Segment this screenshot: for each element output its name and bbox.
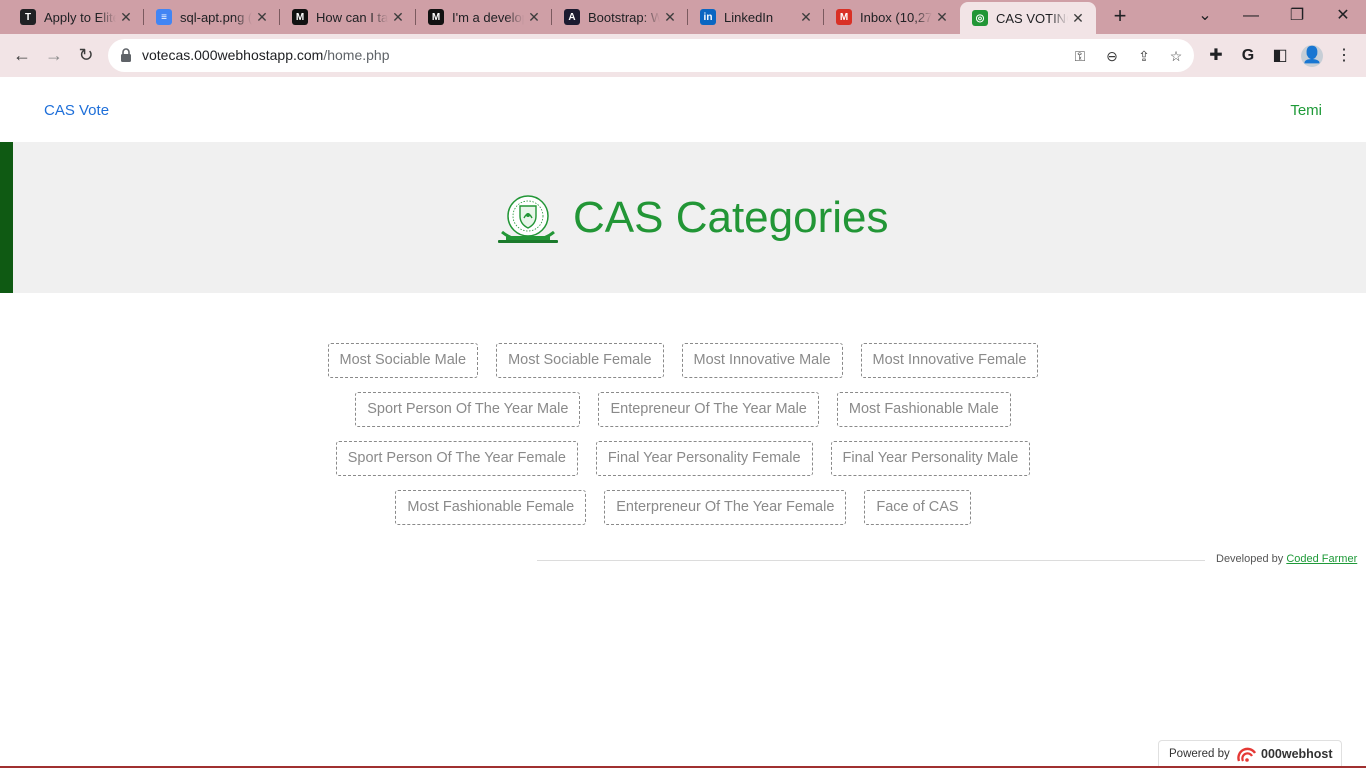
cas-logo <box>498 195 558 243</box>
category-row: Sport Person Of The Year Female Final Yea… <box>0 441 1366 476</box>
browser-tab[interactable]: T Apply to Elite ✕ <box>8 0 144 34</box>
google-docs-icon: ≡ <box>156 9 172 25</box>
back-button[interactable]: ← <box>8 42 36 70</box>
browser-tab[interactable]: ◎ CAS VOTING✕ <box>960 2 1096 34</box>
share-icon[interactable]: ⇪ <box>1134 46 1154 66</box>
category-button[interactable]: Sport Person Of The Year Male <box>355 392 581 427</box>
category-button[interactable]: Most Sociable Female <box>496 343 664 378</box>
tab-title: CAS VOTING <box>996 10 1068 26</box>
category-button[interactable]: Most Fashionable Male <box>836 392 1011 427</box>
new-tab-button[interactable]: + <box>1108 5 1132 29</box>
extensions-icon[interactable]: ✚ <box>1205 45 1227 67</box>
browser-toolbar: ← → ↻ votecas.000webhostapp.com/home.php… <box>0 34 1366 77</box>
browser-tab[interactable]: M I'm a develop ✕ <box>416 0 552 34</box>
tab-close-icon[interactable]: ✕ <box>524 9 544 26</box>
category-button[interactable]: Entepreneur Of The Year Male <box>598 392 819 427</box>
minimize-button[interactable]: — <box>1228 0 1274 34</box>
tab-close-icon[interactable]: ✕ <box>796 9 816 26</box>
footer-divider <box>537 560 1205 561</box>
developer-link[interactable]: Coded Farmer <box>1286 553 1357 565</box>
window-close-button[interactable]: ✕ <box>1320 0 1366 34</box>
000webhost-logo-icon <box>1237 747 1257 762</box>
url-text[interactable]: votecas.000webhostapp.com/home.php <box>142 47 390 63</box>
lock-icon[interactable] <box>120 48 132 62</box>
forward-button[interactable]: → <box>40 42 68 70</box>
restore-button[interactable]: ❐ <box>1274 0 1320 34</box>
reload-button[interactable]: ↻ <box>72 42 100 70</box>
tab-close-icon[interactable]: ✕ <box>932 9 952 26</box>
category-button[interactable]: Sport Person Of The Year Female <box>335 441 578 476</box>
category-button[interactable]: Most Sociable Male <box>327 343 479 378</box>
category-button[interactable]: Enterpreneur Of The Year Female <box>604 490 847 525</box>
gmail-icon: M <box>836 9 852 25</box>
side-panel-icon[interactable]: ◧ <box>1269 45 1291 67</box>
grammarly-icon[interactable]: G <box>1237 45 1259 67</box>
tab-title: sql-apt.png (7 <box>180 9 252 25</box>
category-row: Most Fashionable Female Enterpreneur Of T… <box>0 490 1366 525</box>
category-button[interactable]: Final Year Personality Male <box>830 441 1031 476</box>
developer-credit: Developed by Coded Farmer <box>1216 553 1358 565</box>
browser-tab[interactable]: ≡ sql-apt.png (7 ✕ <box>144 0 280 34</box>
category-row: Most Sociable Male Most Sociable Female Mo… <box>0 343 1366 378</box>
tab-title: Apply to Elite <box>44 9 116 25</box>
tab-close-icon[interactable]: ✕ <box>660 9 680 26</box>
cas-logo-icon: ◎ <box>972 10 988 26</box>
tab-close-icon[interactable]: ✕ <box>1068 10 1088 27</box>
browser-tab[interactable]: in LinkedIn ✕ <box>688 0 824 34</box>
linkedin-icon: in <box>700 9 716 25</box>
browser-tab[interactable]: M How can I tak ✕ <box>280 0 416 34</box>
key-icon[interactable]: ⚿ <box>1070 46 1090 66</box>
tab-close-icon[interactable]: ✕ <box>116 9 136 26</box>
medium-icon: M <box>292 9 308 25</box>
auth0-icon: A <box>564 9 580 25</box>
powered-by-badge[interactable]: Powered by 000webhost <box>1158 740 1342 767</box>
category-button[interactable]: Most Fashionable Female <box>395 490 587 525</box>
tab-title: I'm a develop <box>452 9 524 25</box>
powered-by-brand: 000webhost <box>1261 747 1333 761</box>
tab-close-icon[interactable]: ✕ <box>388 9 408 26</box>
category-row: Sport Person Of The Year Male Entepreneur… <box>0 392 1366 427</box>
tab-search-icon[interactable]: ⌄ <box>1182 0 1228 34</box>
menu-kebab-icon[interactable]: ⋮ <box>1333 45 1355 67</box>
browser-tab[interactable]: A Bootstrap: W ✕ <box>552 0 688 34</box>
user-link[interactable]: Temi <box>1290 102 1322 119</box>
page-content: CAS Vote Temi CAS Categories Most Sociab… <box>0 77 1366 768</box>
bookmark-star-icon[interactable]: ☆ <box>1166 46 1186 66</box>
category-button[interactable]: Most Innovative Female <box>860 343 1039 378</box>
category-list: Most Sociable Male Most Sociable Female Mo… <box>0 343 1366 539</box>
hero-accent-bar <box>0 142 13 293</box>
category-button[interactable]: Face of CAS <box>864 490 971 525</box>
powered-by-label: Powered by <box>1169 748 1230 760</box>
medium-icon: M <box>428 9 444 25</box>
browser-tab[interactable]: M Inbox (10,277 ✕ <box>824 0 960 34</box>
brand-link[interactable]: CAS Vote <box>44 102 109 119</box>
category-button[interactable]: Most Innovative Male <box>681 343 843 378</box>
hero-banner: CAS Categories <box>0 142 1366 293</box>
tab-title: LinkedIn <box>724 9 774 25</box>
address-bar[interactable]: votecas.000webhostapp.com/home.php ⚿ ⊖ ⇪… <box>108 39 1194 72</box>
category-button[interactable]: Final Year Personality Female <box>595 441 813 476</box>
toptal-icon: T <box>20 9 36 25</box>
zoom-icon[interactable]: ⊖ <box>1102 46 1122 66</box>
tab-strip: T Apply to Elite ✕ ≡ sql-apt.png (7 ✕ M How can… <box>0 0 1366 34</box>
site-navbar: CAS Vote Temi <box>0 77 1366 142</box>
page-title: CAS Categories <box>573 193 889 242</box>
profile-avatar[interactable]: 👤 <box>1301 45 1323 67</box>
tab-title: Inbox (10,277 <box>860 9 932 25</box>
tab-title: Bootstrap: W <box>588 9 660 25</box>
tab-close-icon[interactable]: ✕ <box>252 9 272 26</box>
tab-title: How can I tak <box>316 9 388 25</box>
